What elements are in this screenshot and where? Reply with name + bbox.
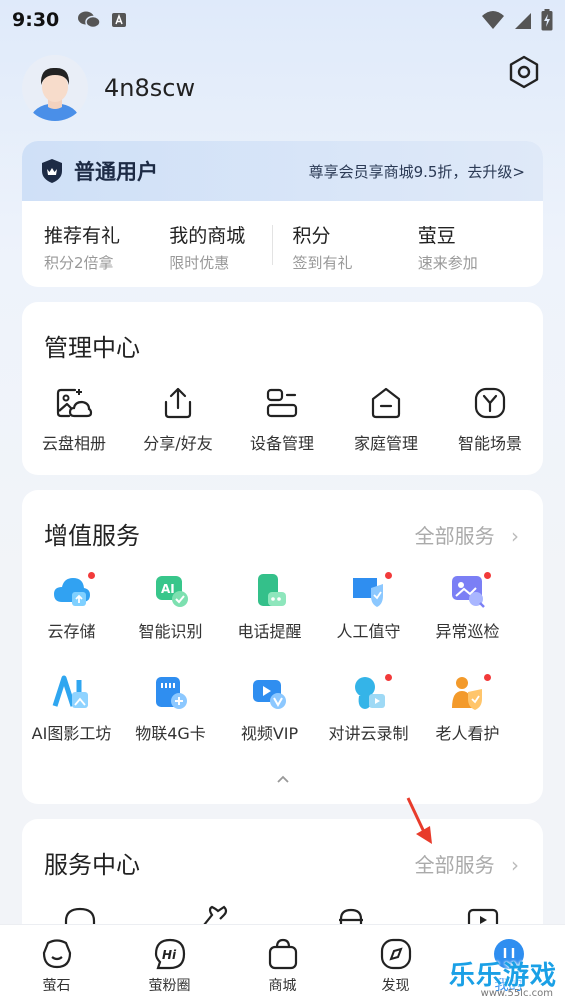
member-item-beans[interactable]: 萤豆 速来参加 [418, 221, 543, 273]
tab-discover[interactable]: 发现 [339, 925, 452, 1004]
value-services-card: 增值服务 全部服务 › 云存储 AI 智能识别 电话提醒 人工值守 异常巡检 A… [22, 490, 543, 804]
inspection-icon [451, 576, 485, 608]
smart-scene-icon [474, 387, 506, 419]
avatar[interactable] [22, 55, 88, 121]
settings-hexagon-icon[interactable] [506, 54, 542, 90]
share-icon [164, 387, 192, 419]
svc-ai-recognition[interactable]: AI 智能识别 [121, 572, 220, 642]
member-shield-icon [42, 159, 62, 183]
value-services-more[interactable]: 全部服务 › [415, 520, 519, 549]
mgmt-devices[interactable]: 设备管理 [230, 386, 334, 454]
svg-text:AI: AI [161, 582, 175, 596]
svc-iot-sim[interactable]: 物联4G卡 [121, 674, 220, 744]
watermark-url: www.55lc.com [480, 988, 553, 999]
member-item-referral[interactable]: 推荐有礼 积分2倍拿 [44, 221, 169, 273]
svc-manual-guard[interactable]: 人工值守 [319, 572, 418, 642]
svc-phone-reminder[interactable]: 电话提醒 [220, 572, 319, 642]
elder-care-icon [451, 677, 482, 710]
svc-cloud-storage[interactable]: 云存储 [22, 572, 121, 642]
new-badge [484, 572, 491, 579]
tab-fans[interactable]: Hi 萤粉圈 [113, 925, 226, 1004]
home-icon [371, 387, 401, 419]
signal-icon [515, 13, 531, 29]
a-notify-icon [112, 13, 127, 27]
collapse-chevron-up-icon[interactable] [276, 774, 290, 784]
hi-circle-icon: Hi [154, 938, 185, 970]
svc-abnormal-inspection[interactable]: 异常巡检 [418, 572, 517, 642]
ai-recognition-icon: AI [155, 576, 188, 607]
chevron-right-icon: › [511, 853, 519, 877]
device-manage-icon [266, 388, 298, 418]
member-item-shop[interactable]: 我的商城 限时优惠 [169, 221, 294, 273]
ai-studio-icon [52, 675, 88, 708]
battery-icon [541, 9, 553, 31]
wifi-icon [482, 11, 504, 29]
new-badge [385, 572, 392, 579]
svg-text:Hi: Hi [162, 948, 177, 962]
status-bar: 9:30 [0, 0, 565, 40]
cloud-album-icon [56, 388, 93, 418]
new-badge [385, 674, 392, 681]
service-center-title: 服务中心 [44, 851, 140, 879]
member-level: 普通用户 [74, 160, 158, 184]
mgmt-smart-scene[interactable]: 智能场景 [438, 386, 542, 454]
upgrade-link[interactable]: 尊享会员享商城9.5折，去升级> [309, 161, 525, 182]
svc-ai-studio[interactable]: AI图影工坊 [22, 674, 121, 744]
divider [271, 225, 273, 265]
mgmt-family[interactable]: 家庭管理 [334, 386, 438, 454]
member-item-points[interactable]: 积分 签到有礼 [292, 221, 417, 273]
value-services-title: 增值服务 [44, 522, 140, 550]
guard-icon [352, 578, 383, 607]
repair-tool-icon[interactable] [198, 905, 232, 925]
new-badge [484, 674, 491, 681]
cloud-storage-icon [53, 578, 90, 606]
new-badge [88, 572, 95, 579]
tab-ezviz[interactable]: 萤石 [0, 925, 113, 1004]
mgmt-cloud-album[interactable]: 云盘相册 [22, 386, 126, 454]
management-card: 管理中心 云盘相册 分享/好友 设备管理 家庭管理 智能场景 [22, 302, 543, 475]
phone-reminder-icon [257, 574, 286, 606]
status-time: 9:30 [12, 9, 60, 31]
video-vip-icon [252, 680, 286, 709]
discover-icon [380, 938, 411, 970]
svc-elder-care[interactable]: 老人看护 [418, 674, 517, 744]
profile-header: 4n8scw [22, 52, 542, 124]
chevron-right-icon: › [511, 524, 519, 548]
mgmt-share[interactable]: 分享/好友 [126, 386, 230, 454]
svc-video-vip[interactable]: 视频VIP [220, 674, 319, 744]
intercom-record-icon [354, 677, 385, 709]
tab-shop[interactable]: 商城 [226, 925, 339, 1004]
username: 4n8scw [104, 74, 196, 102]
ezviz-icon [42, 939, 71, 969]
shop-bag-icon [268, 938, 297, 970]
wechat-icon [78, 11, 102, 29]
watermark-logo: 乐乐游戏 [448, 961, 557, 991]
svc-intercom-record[interactable]: 对讲云录制 [319, 674, 418, 744]
management-title: 管理中心 [44, 334, 140, 362]
service-center-more[interactable]: 全部服务 › [415, 849, 519, 878]
annotation-arrow-icon [406, 797, 432, 844]
member-card: 普通用户 尊享会员享商城9.5折，去升级> 推荐有礼 积分2倍拿 我的商城 限时… [22, 141, 543, 287]
member-header[interactable]: 普通用户 尊享会员享商城9.5折，去升级> [22, 141, 543, 201]
sim-card-icon [155, 677, 187, 709]
